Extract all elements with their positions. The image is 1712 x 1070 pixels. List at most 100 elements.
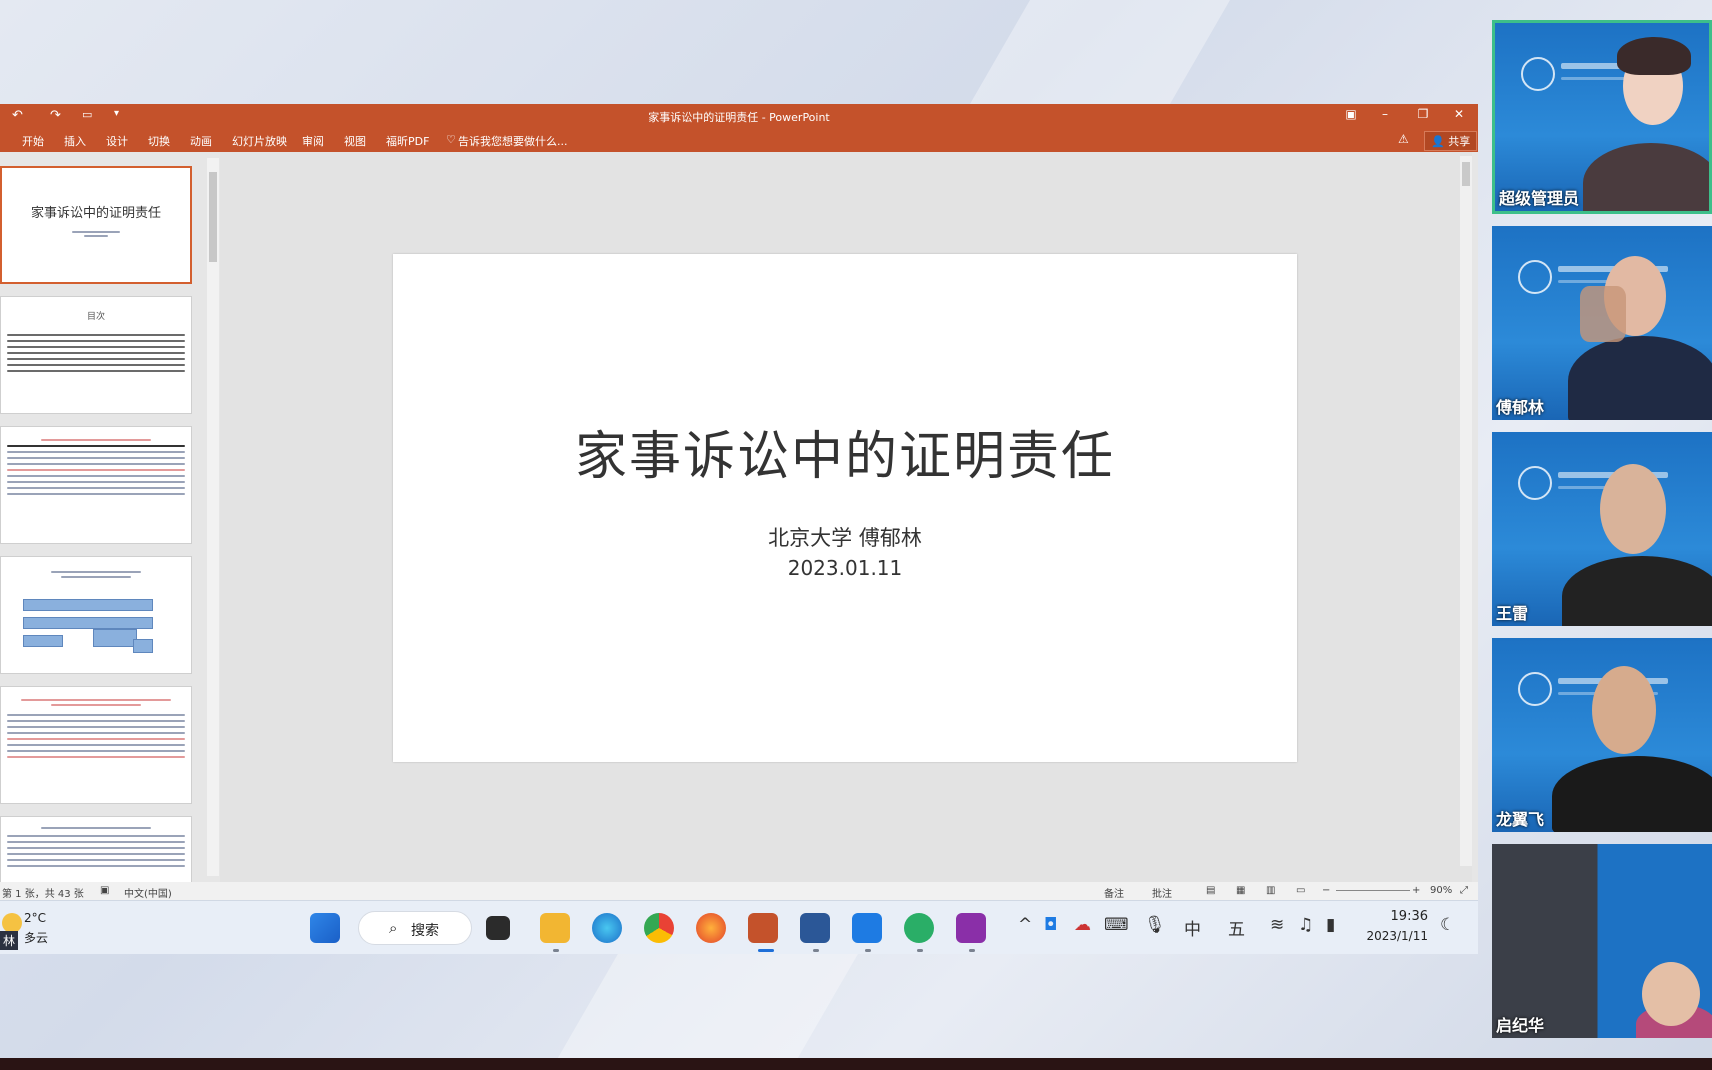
chrome-icon[interactable] <box>644 913 674 943</box>
slide-thumbnail-1[interactable]: 家事诉讼中的证明责任 <box>0 166 192 284</box>
weather-temperature[interactable]: 2°C <box>24 911 46 925</box>
edge-icon[interactable] <box>592 913 622 943</box>
powerpoint-window: ↶ ↷ ▭ ▾ 家事诉讼中的证明责任 - PowerPoint ▣ – ❐ ✕ … <box>0 104 1478 900</box>
zoom-in-icon[interactable]: + <box>1412 885 1420 896</box>
tab-design[interactable]: 设计 <box>106 133 128 149</box>
warning-icon[interactable]: ⚠ <box>1398 132 1409 146</box>
slide-sorter-icon[interactable]: ▦ <box>1236 885 1245 896</box>
search-label: 搜索 <box>411 923 439 939</box>
firefox-icon[interactable] <box>696 913 726 943</box>
tab-view[interactable]: 视图 <box>344 133 366 149</box>
taskbar: 2°C 多云 林 ⌕ 搜索 ^ ◘ ☁ ⌨ 🎙 中 五 ≋ ♫ ▮ 19:36 … <box>0 900 1478 954</box>
slide-thumbnail-2[interactable]: 目次 <box>0 296 192 414</box>
ime-mode[interactable]: 五 <box>1228 915 1245 940</box>
slide-thumbnail-pane: 家事诉讼中的证明责任 目次 <box>0 152 210 882</box>
participant-name: 龙翼飞 <box>1496 810 1545 829</box>
notes-button[interactable]: 备注 <box>1104 885 1124 900</box>
share-label: 共享 <box>1448 135 1471 148</box>
task-view-icon[interactable] <box>486 916 510 940</box>
participant-tile[interactable]: 傅郁林 <box>1492 226 1712 420</box>
clock-date[interactable]: 2023/1/11 <box>1366 929 1428 943</box>
participant-name: 超级管理员 <box>1499 189 1580 208</box>
tab-foxit-pdf[interactable]: 福昕PDF <box>386 133 429 149</box>
share-button[interactable]: 👤 共享 <box>1424 131 1478 151</box>
spellcheck-icon[interactable]: ▣ <box>100 885 109 896</box>
slide-title[interactable]: 家事诉讼中的证明责任 <box>393 414 1297 489</box>
zoom-level[interactable]: 90% <box>1430 885 1452 896</box>
reading-view-icon[interactable]: ▥ <box>1266 885 1275 896</box>
notification-icon[interactable]: ☾ <box>1440 915 1455 935</box>
scroll-thumb[interactable] <box>209 172 217 262</box>
window-title: 家事诉讼中的证明责任 - PowerPoint <box>648 111 830 124</box>
logo-icon <box>1518 260 1552 294</box>
tab-animations[interactable]: 动画 <box>190 133 212 149</box>
scroll-thumb[interactable] <box>1462 162 1470 186</box>
slide-thumbnail-3[interactable] <box>0 426 192 544</box>
file-explorer-icon[interactable] <box>540 913 570 943</box>
logo-icon <box>1518 466 1552 500</box>
slide-counter: 第 1 张，共 43 张 <box>2 889 84 900</box>
minimize-icon[interactable]: – <box>1370 107 1400 121</box>
wifi-icon[interactable]: ≋ <box>1270 915 1284 935</box>
close-icon[interactable]: ✕ <box>1444 107 1474 121</box>
slide-thumbnail-4[interactable] <box>0 556 192 674</box>
pdf-reader-icon[interactable] <box>956 913 986 943</box>
participant-tile[interactable]: 超级管理员 <box>1492 20 1712 214</box>
video-participants-panel: 超级管理员 傅郁林 王雷 龙翼飞 启纪华 <box>1490 18 1712 1070</box>
word-icon[interactable] <box>800 913 830 943</box>
thumb-title: 目次 <box>86 312 105 322</box>
slide-thumbnail-5[interactable] <box>0 686 192 804</box>
slide-scrollbar[interactable] <box>1460 156 1472 866</box>
ime-language[interactable]: 中 <box>1184 915 1201 940</box>
tab-insert[interactable]: 插入 <box>64 133 86 149</box>
normal-view-icon[interactable]: ▤ <box>1206 885 1215 896</box>
participant-tile[interactable]: 启纪华 <box>1492 844 1712 1038</box>
windows-start-icon[interactable] <box>310 913 340 943</box>
wechat-icon[interactable] <box>904 913 934 943</box>
fit-slide-icon[interactable]: ⤢ <box>1460 885 1468 896</box>
language-indicator[interactable]: 中文(中国) <box>124 885 172 900</box>
current-slide[interactable]: 家事诉讼中的证明责任 北京大学 傅郁林 2023.01.11 <box>393 254 1297 762</box>
tab-home[interactable]: 开始 <box>22 133 44 149</box>
tencent-meeting-icon[interactable] <box>852 913 882 943</box>
comments-button[interactable]: 批注 <box>1152 885 1172 900</box>
weather-icon[interactable] <box>2 913 22 933</box>
tab-review[interactable]: 审阅 <box>302 133 324 149</box>
tab-slideshow[interactable]: 幻灯片放映 <box>232 133 287 149</box>
volume-icon[interactable]: ♫ <box>1298 915 1313 935</box>
slideshow-icon[interactable]: ▭ <box>1296 885 1305 896</box>
ribbon-tabs: 开始 插入 设计 切换 动画 幻灯片放映 审阅 视图 福昕PDF ♡ 告诉我您想… <box>0 128 1478 152</box>
meeting-tray-icon[interactable]: ◘ <box>1044 915 1057 935</box>
slide-date[interactable]: 2023.01.11 <box>393 556 1297 580</box>
chevron-up-icon[interactable]: ^ <box>1018 915 1032 935</box>
logo-icon <box>1521 57 1555 91</box>
battery-icon[interactable]: ▮ <box>1326 915 1335 935</box>
search-icon: ⌕ <box>389 919 398 937</box>
taskbar-search[interactable]: ⌕ 搜索 <box>358 911 472 945</box>
name-chip: 林 <box>0 931 19 950</box>
thumbnail-scrollbar[interactable] <box>207 158 219 876</box>
participant-name: 王雷 <box>1496 604 1529 623</box>
tell-me-input[interactable]: 告诉我您想要做什么... <box>458 133 568 149</box>
slide-thumbnail-6[interactable] <box>0 816 192 882</box>
tab-transitions[interactable]: 切换 <box>148 133 170 149</box>
slide-author[interactable]: 北京大学 傅郁林 <box>393 522 1297 552</box>
participant-tile[interactable]: 王雷 <box>1492 432 1712 626</box>
logo-icon <box>1518 672 1552 706</box>
participant-tile[interactable]: 龙翼飞 <box>1492 638 1712 832</box>
lightbulb-icon: ♡ <box>446 133 456 146</box>
zoom-out-icon[interactable]: − <box>1322 885 1330 896</box>
thumb-title: 家事诉讼中的证明责任 <box>30 206 161 221</box>
microphone-icon[interactable]: 🎙 <box>1144 915 1166 935</box>
powerpoint-icon[interactable] <box>748 913 778 943</box>
keyboard-icon[interactable]: ⌨ <box>1104 915 1129 935</box>
participant-name: 傅郁林 <box>1496 398 1545 417</box>
maximize-icon[interactable]: ❐ <box>1408 107 1438 121</box>
weather-description[interactable]: 多云 <box>24 929 48 946</box>
cloud-sync-icon[interactable]: ☁ <box>1074 915 1091 935</box>
person-icon: 👤 <box>1431 135 1445 148</box>
title-bar: ↶ ↷ ▭ ▾ 家事诉讼中的证明责任 - PowerPoint ▣ – ❐ ✕ <box>0 104 1478 128</box>
zoom-slider[interactable] <box>1336 890 1410 891</box>
ribbon-display-icon[interactable]: ▣ <box>1336 107 1366 121</box>
clock-time[interactable]: 19:36 <box>1374 909 1428 924</box>
